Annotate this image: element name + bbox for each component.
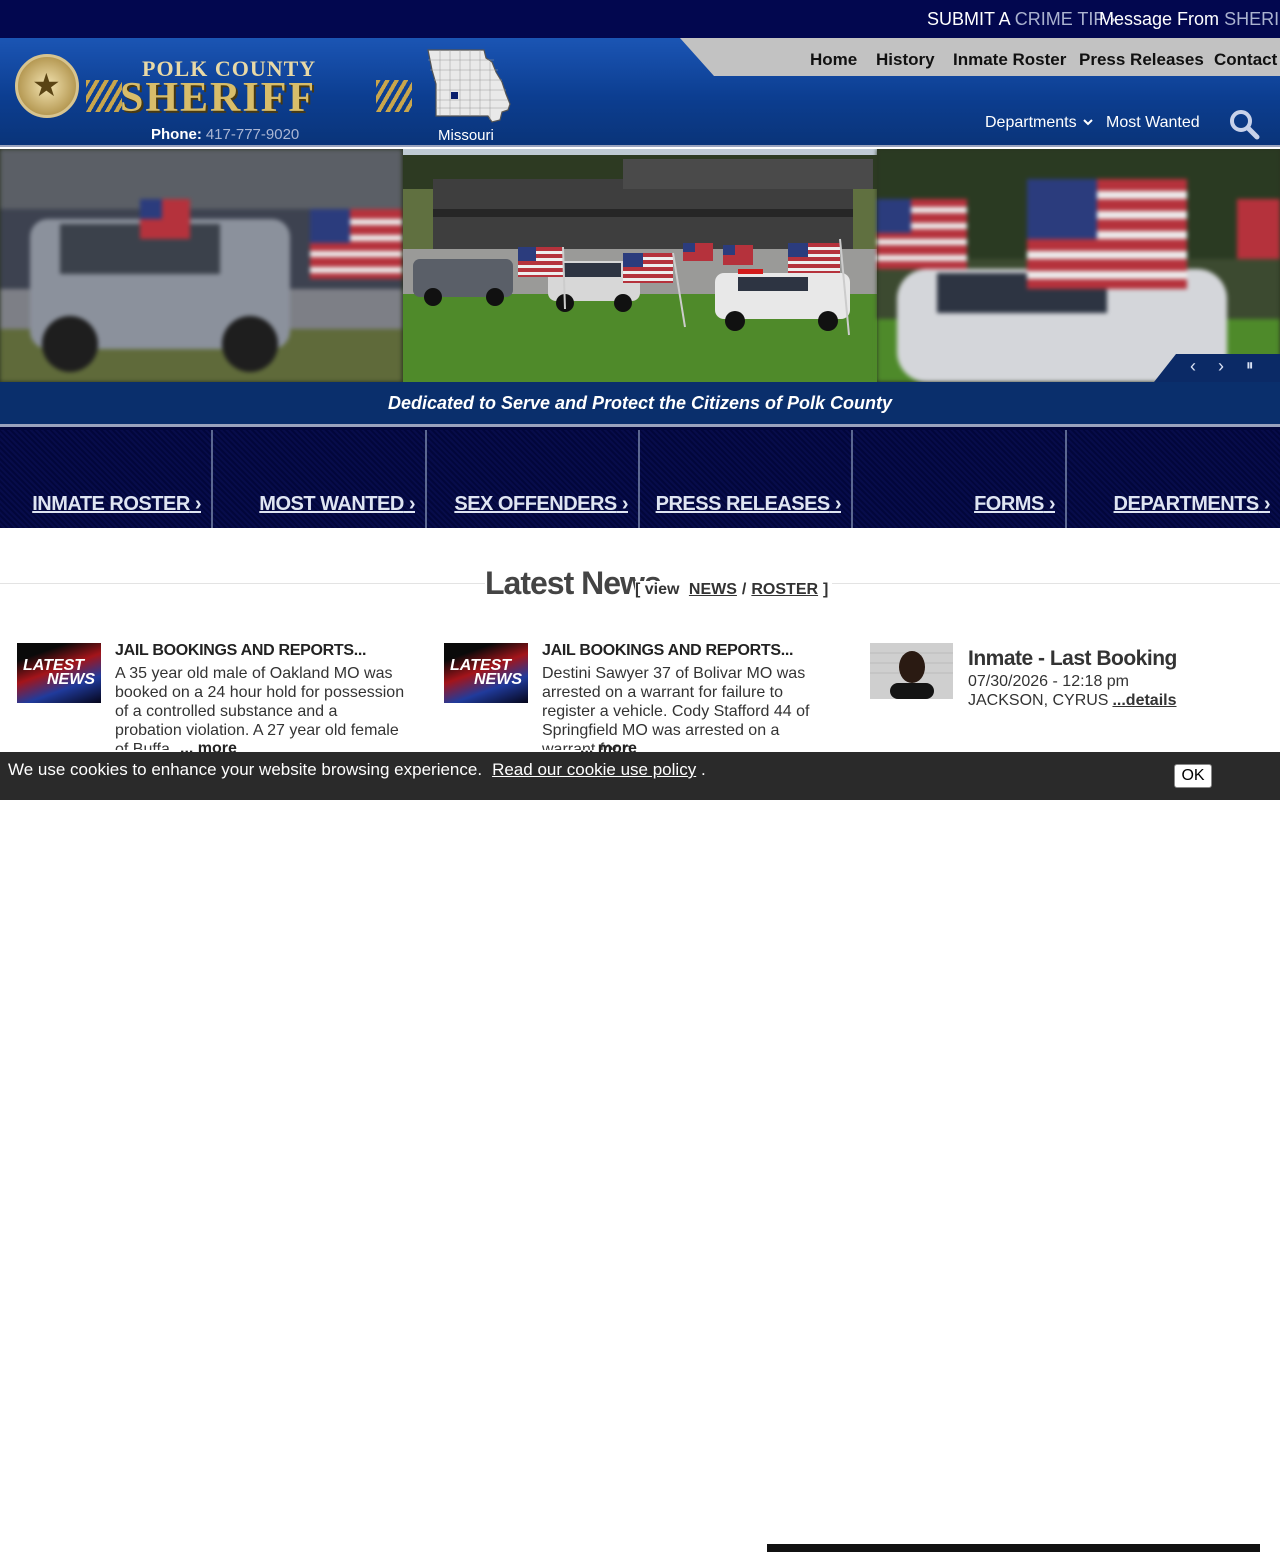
search-icon[interactable] [1228,108,1260,140]
nav-contact[interactable]: Contact [1214,50,1277,70]
logo-stripes-left [86,80,122,112]
departments-dropdown[interactable]: Departments [985,114,1093,132]
sheriff-star-icon[interactable]: ★ [15,54,79,118]
tile-inmate-roster[interactable]: INMATE ROSTER › [0,430,213,528]
map-label: Missouri [438,127,494,144]
view-roster-link[interactable]: ROSTER [751,581,818,598]
inmate-name: JACKSON, CYRUS [968,692,1109,709]
phone-label: Phone: [151,126,202,143]
site-header: ★ POLK COUNTY SHERIFF Phone: 417-777-9020… [0,38,1280,147]
bracket-close: ] [823,581,829,598]
latest-news-thumbnail[interactable]: LATEST NEWS [444,643,528,703]
tile-label: SEX OFFENDERS › [454,493,628,515]
cookie-text: We use cookies to enhance your website b… [8,760,483,779]
hero-slider: ‹ › ⏸ [0,149,1280,382]
thumb-line2: NEWS [474,671,522,688]
news-item-body: Destini Sawyer 37 of Bolivar MO was arre… [542,665,810,750]
slider-pause-button[interactable]: ⏸ [1246,357,1254,374]
slide-previous-image [0,149,402,382]
cookie-period: . [700,760,706,779]
news-item-headline[interactable]: JAIL BOOKINGS AND REPORTS... [115,642,366,660]
inmate-booking-datetime: 07/30/2026 - 12:18 pm [968,673,1130,690]
separator: / [741,581,747,598]
slide-next-image [877,149,1280,382]
slide-current-image [403,149,877,382]
nav-home[interactable]: Home [810,50,857,70]
missouri-map-icon [427,49,511,123]
logo-sheriff[interactable]: SHERIFF [120,74,316,122]
inmate-photo[interactable] [870,643,953,699]
latest-news-thumbnail[interactable]: LATEST NEWS [17,643,101,703]
nav-history[interactable]: History [876,50,935,70]
nav-inmate-roster[interactable]: Inmate Roster [953,50,1066,70]
tile-label: MOST WANTED › [259,493,415,515]
slider-next-button[interactable]: › [1218,356,1224,377]
inmate-details-link[interactable]: ...details [1112,692,1176,709]
nav-press-releases[interactable]: Press Releases [1079,50,1204,70]
cookie-policy-link[interactable]: Read our cookie use policy [492,760,696,779]
cookie-banner: We use cookies to enhance your website b… [0,752,1280,1552]
logo-stripes-right [376,80,412,112]
message-accent: SHERIFF [1224,9,1280,29]
cookie-message: We use cookies to enhance your website b… [8,760,706,780]
cookie-ok-button[interactable]: OK [1174,764,1212,788]
quick-link-tiles: INMATE ROSTER › MOST WANTED › SEX OFFEND… [0,424,1280,528]
tile-press-releases[interactable]: PRESS RELEASES › [640,430,853,528]
tile-label: INMATE ROSTER › [32,493,201,515]
phone-line: Phone: 417-777-9020 [151,126,299,143]
tile-forms[interactable]: FORMS › [853,430,1067,528]
tile-departments[interactable]: DEPARTMENTS › [1067,430,1280,528]
tile-label: FORMS › [974,493,1055,515]
footer-edge [767,1544,1260,1552]
tile-sex-offenders[interactable]: SEX OFFENDERS › [427,430,640,528]
news-item-headline[interactable]: JAIL BOOKINGS AND REPORTS... [542,642,793,660]
inmate-last-booking-heading: Inmate - Last Booking [968,647,1177,670]
top-utility-bar: SUBMIT A CRIME TIP› Message From SHERIFF… [0,0,1280,38]
crime-tip-prefix: SUBMIT A [927,9,1010,29]
tagline: Dedicated to Serve and Protect the Citiz… [387,393,893,413]
message-prefix: Message From [1099,9,1220,29]
news-item-body: A 35 year old male of Oakland MO was boo… [115,665,405,750]
chevron-down-icon [1083,119,1093,126]
tagline-bar: Dedicated to Serve and Protect the Citiz… [0,382,1280,424]
news-view-links: [ view NEWS / ROSTER] [635,581,833,599]
tile-most-wanted[interactable]: MOST WANTED › [213,430,427,528]
view-news-link[interactable]: NEWS [689,581,737,598]
inmate-name-line: JACKSON, CYRUS ...details [968,692,1177,710]
submit-crime-tip-link[interactable]: SUBMIT A CRIME TIP › [927,9,1115,30]
message-from-sheriff-link[interactable]: Message From SHERIFF› [1099,9,1280,30]
tile-label: DEPARTMENTS › [1113,493,1271,515]
tile-label: PRESS RELEASES › [655,493,842,515]
most-wanted-link[interactable]: Most Wanted [1106,114,1200,132]
thumb-line2: NEWS [47,671,95,688]
slider-controls: ‹ › ⏸ [1154,354,1280,382]
departments-label: Departments [985,114,1077,131]
crime-tip-accent: CRIME TIP [1014,9,1106,29]
phone-number[interactable]: 417-777-9020 [206,126,299,143]
slider-prev-button[interactable]: ‹ [1190,356,1196,377]
bracket-open: [ view [635,581,680,598]
